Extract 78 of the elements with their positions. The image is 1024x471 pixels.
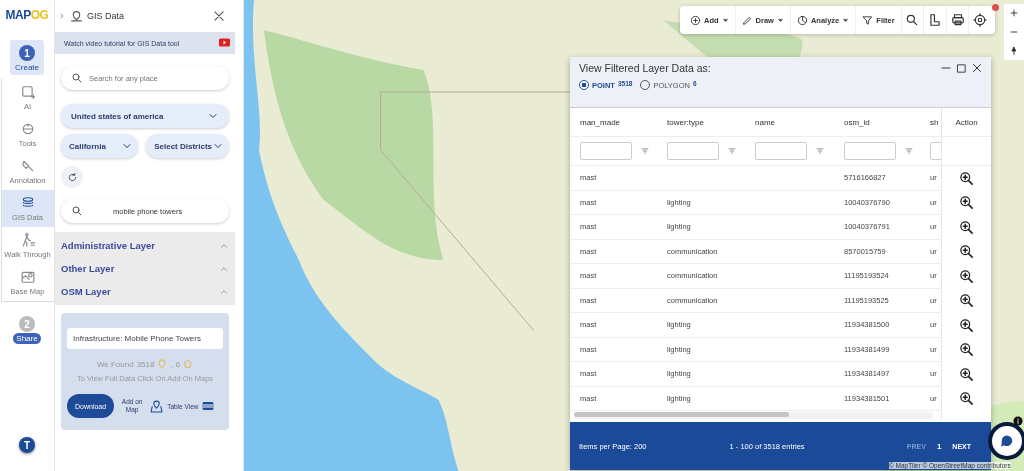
- plus-icon[interactable]: [1009, 8, 1019, 19]
- pen-icon: [20, 159, 35, 173]
- caret-icon: [776, 16, 784, 24]
- column-header[interactable]: sh: [930, 117, 942, 127]
- column-header[interactable]: Action: [942, 108, 991, 137]
- horizontal-scrollbar[interactable]: [574, 412, 934, 419]
- filter-input[interactable]: [755, 142, 807, 160]
- zoom-in-icon[interactable]: [959, 244, 975, 260]
- filter-input[interactable]: [667, 142, 719, 160]
- plus-circle-icon: [690, 14, 701, 26]
- search-icon: [71, 205, 83, 217]
- notification-dot: [992, 4, 999, 11]
- count-separator: ,: [170, 359, 173, 369]
- found-label: We Found: [96, 359, 134, 369]
- dialog-title: View Filtered Layer Data as:: [579, 62, 711, 74]
- gauge-icon: [20, 122, 35, 136]
- search-icon: [71, 72, 83, 84]
- pie-icon: [796, 14, 808, 26]
- point-count: 3518: [136, 359, 155, 369]
- user-avatar[interactable]: T: [19, 437, 35, 453]
- map-view-icon[interactable]: [150, 399, 164, 413]
- logo: MAPOG: [5, 7, 49, 24]
- maximize-icon[interactable]: [956, 62, 967, 74]
- zoom-in-icon[interactable]: [959, 391, 975, 407]
- walker-icon: [20, 233, 35, 247]
- compass-icon[interactable]: [1009, 45, 1019, 56]
- column-header[interactable]: man_made: [580, 117, 667, 127]
- layer-header[interactable]: Administrative Layer: [55, 234, 235, 257]
- zoom-in-icon[interactable]: [959, 219, 975, 235]
- close-icon[interactable]: [971, 62, 983, 74]
- create-step[interactable]: 1 Create: [10, 40, 44, 75]
- video-icon: [218, 37, 231, 49]
- state-dropdown[interactable]: California: [61, 134, 139, 158]
- layer-header[interactable]: OSM Layer: [55, 280, 235, 303]
- share-step-number: 2: [19, 316, 35, 332]
- zoom-in-icon[interactable]: [959, 366, 975, 382]
- filter-input[interactable]: [580, 142, 632, 160]
- zoom-in-icon[interactable]: [959, 170, 975, 186]
- panel-title: GIS Data: [87, 11, 124, 21]
- locate-icon[interactable]: [973, 13, 988, 27]
- column-header[interactable]: name: [755, 117, 844, 127]
- layer-header[interactable]: Other Layer: [55, 257, 235, 280]
- filter-input[interactable]: [930, 142, 942, 160]
- pencil-icon: [741, 14, 753, 26]
- search-icon[interactable]: [905, 13, 920, 27]
- map-image-icon: [20, 270, 35, 284]
- chat-icon: [1000, 434, 1014, 448]
- zoom-in-icon[interactable]: [959, 195, 975, 211]
- info-icon[interactable]: [1013, 416, 1023, 426]
- filter-icon: [862, 14, 874, 26]
- zoom-in-icon[interactable]: [959, 342, 975, 358]
- share-button[interactable]: Share: [13, 333, 41, 344]
- result-title: Infrastructure: Mobile Phone Towers: [67, 328, 223, 349]
- caret-icon: [842, 16, 850, 24]
- layers-icon: [20, 196, 35, 210]
- chat-button[interactable]: [992, 426, 1022, 456]
- refresh-button[interactable]: [61, 166, 83, 188]
- chevron-right-icon[interactable]: [58, 11, 66, 21]
- zoom-in-icon[interactable]: [959, 293, 975, 309]
- column-header[interactable]: osm_id: [844, 117, 930, 127]
- district-dropdown[interactable]: Select Districts: [146, 134, 229, 158]
- pin-icon: [157, 359, 168, 369]
- country-dropdown[interactable]: United states of america: [61, 104, 229, 128]
- radio-button[interactable]: [579, 80, 589, 90]
- refresh-icon: [66, 171, 78, 183]
- page-number[interactable]: 1: [936, 441, 942, 451]
- close-icon[interactable]: [212, 9, 226, 23]
- filter-input[interactable]: [844, 142, 896, 160]
- zoom-in-icon[interactable]: [959, 268, 975, 284]
- polygon-icon: [183, 359, 194, 369]
- zoom-in-icon[interactable]: [959, 317, 975, 333]
- caret-icon: [721, 16, 729, 24]
- ai-icon: [20, 85, 35, 99]
- polygon-count: 6: [175, 359, 181, 369]
- print-icon[interactable]: [950, 13, 965, 27]
- table-icon[interactable]: [202, 400, 215, 412]
- measure-icon[interactable]: [928, 13, 943, 27]
- column-header[interactable]: tower:type: [667, 117, 755, 127]
